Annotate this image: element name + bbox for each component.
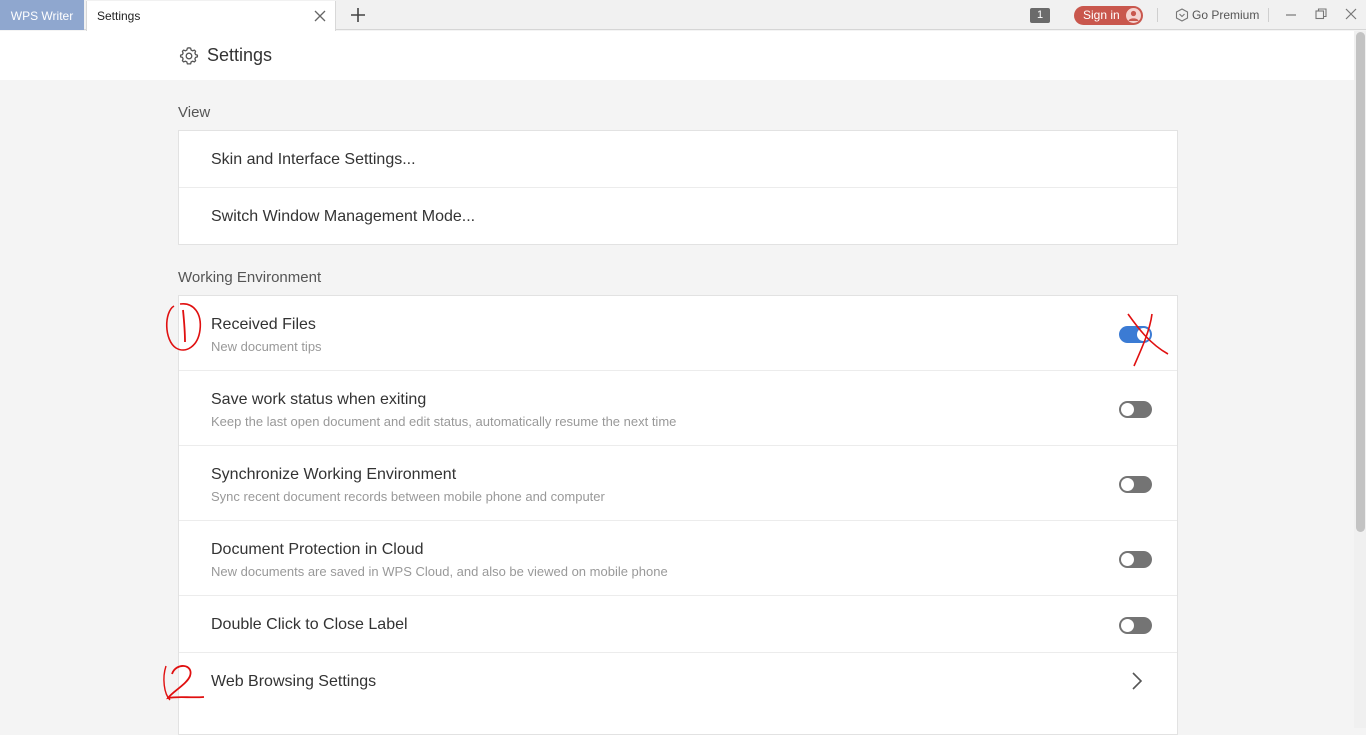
gear-icon — [179, 47, 199, 65]
section-heading-view: View — [178, 104, 211, 121]
double-click-close-toggle[interactable] — [1119, 617, 1152, 634]
row-label: Web Browsing Settings — [211, 673, 377, 690]
working-environment-card: Received Files New document tips Save wo… — [178, 295, 1178, 735]
cloud-protection-toggle[interactable] — [1119, 551, 1152, 568]
row-label: Skin and Interface Settings... — [211, 151, 416, 168]
title-bar: WPS Writer Settings 1 Sign in Go Premium — [0, 0, 1366, 31]
web-browsing-settings[interactable]: Web Browsing Settings — [179, 653, 1177, 710]
plus-icon[interactable] — [349, 6, 367, 24]
app-tab[interactable]: WPS Writer — [0, 0, 84, 30]
separator — [1268, 8, 1269, 22]
row-label: Document Protection in Cloud — [211, 541, 424, 558]
switch-window-mode[interactable]: Switch Window Management Mode... — [179, 188, 1177, 244]
received-files-row: Received Files New document tips — [179, 296, 1177, 371]
row-label: Save work status when exiting — [211, 391, 427, 408]
tab-label: Settings — [97, 9, 141, 23]
row-description: Sync recent document records between mob… — [211, 489, 605, 504]
sign-in-button[interactable]: Sign in — [1074, 6, 1143, 25]
received-files-toggle[interactable] — [1119, 326, 1152, 343]
sync-environment-toggle[interactable] — [1119, 476, 1152, 493]
sync-environment-row: Synchronize Working Environment Sync rec… — [179, 446, 1177, 521]
sign-in-label: Sign in — [1083, 8, 1120, 22]
cloud-protection-row: Document Protection in Cloud New documen… — [179, 521, 1177, 596]
save-work-status-row: Save work status when exiting Keep the l… — [179, 371, 1177, 446]
row-description: New document tips — [211, 339, 322, 354]
window-count-badge[interactable]: 1 — [1030, 8, 1050, 23]
view-card: Skin and Interface Settings... Switch Wi… — [178, 130, 1178, 245]
tab-settings[interactable]: Settings — [86, 1, 336, 31]
settings-header: Settings — [0, 31, 1354, 80]
window-close-icon[interactable] — [1344, 7, 1358, 21]
premium-icon — [1175, 8, 1189, 22]
separator — [1157, 8, 1158, 22]
row-label: Double Click to Close Label — [211, 616, 408, 633]
row-label: Synchronize Working Environment — [211, 466, 457, 483]
user-icon — [1126, 8, 1141, 23]
go-premium-button[interactable]: Go Premium — [1175, 7, 1259, 24]
skin-interface-settings[interactable]: Skin and Interface Settings... — [179, 131, 1177, 188]
scrollbar-thumb[interactable] — [1356, 32, 1365, 532]
row-description: Keep the last open document and edit sta… — [211, 414, 677, 429]
minimize-icon[interactable] — [1284, 7, 1298, 21]
double-click-close-row: Double Click to Close Label — [179, 596, 1177, 653]
restore-icon[interactable] — [1314, 7, 1328, 21]
row-label: Switch Window Management Mode... — [211, 208, 476, 225]
section-heading-working-environment: Working Environment — [178, 269, 322, 286]
row-label: Received Files — [211, 316, 316, 333]
row-description: New documents are saved in WPS Cloud, an… — [211, 564, 668, 579]
chevron-right-icon — [1132, 672, 1143, 690]
page-title: Settings — [207, 45, 273, 65]
premium-label: Go Premium — [1192, 8, 1260, 22]
close-icon[interactable] — [313, 9, 327, 23]
save-work-status-toggle[interactable] — [1119, 401, 1152, 418]
